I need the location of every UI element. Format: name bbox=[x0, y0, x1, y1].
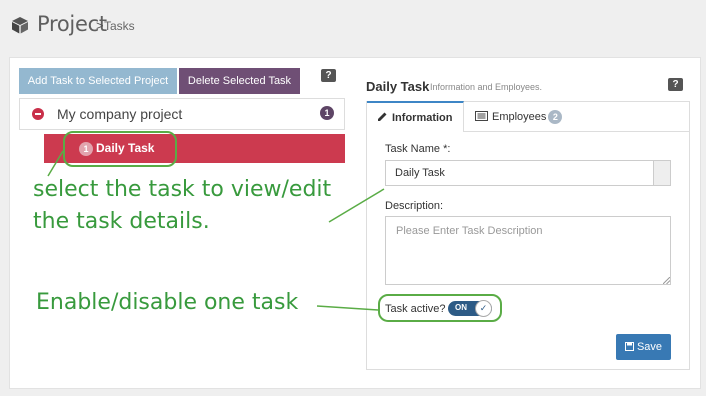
page-header: Project > Tasks bbox=[0, 0, 706, 50]
add-task-button[interactable]: Add Task to Selected Project bbox=[19, 68, 177, 94]
save-button[interactable]: Save bbox=[616, 334, 671, 360]
description-label: Description: bbox=[385, 200, 444, 212]
breadcrumb-separator: > bbox=[96, 18, 104, 33]
pencil-icon bbox=[378, 112, 387, 121]
input-addon bbox=[653, 161, 670, 185]
cube-icon bbox=[12, 17, 28, 34]
detail-subtitle: Information and Employees. bbox=[430, 82, 543, 92]
annotation-line: select the task to view/edit bbox=[33, 177, 332, 202]
tab-employees[interactable]: Employees 2 bbox=[465, 102, 585, 132]
breadcrumb: Tasks bbox=[104, 19, 135, 33]
highlight-circle bbox=[63, 131, 177, 167]
floppy-icon bbox=[624, 342, 634, 351]
tab-label: Employees bbox=[492, 111, 547, 123]
highlight-circle bbox=[378, 294, 502, 322]
tree-item-label: My company project bbox=[57, 106, 183, 122]
tab-label: Information bbox=[392, 112, 453, 124]
help-icon[interactable]: ? bbox=[668, 78, 683, 91]
annotation-select: select the task to view/edit the task de… bbox=[33, 174, 331, 238]
list-icon bbox=[475, 111, 488, 121]
description-field[interactable]: Please Enter Task Description bbox=[385, 216, 671, 285]
tab-divider bbox=[464, 131, 690, 132]
collapse-icon[interactable] bbox=[32, 108, 44, 120]
resize-handle-icon bbox=[663, 277, 670, 284]
annotation-line: the task details. bbox=[33, 209, 210, 234]
tree-item-project[interactable]: My company project 1 bbox=[19, 98, 345, 130]
count-badge: 2 bbox=[548, 110, 563, 125]
detail-title: Daily Task bbox=[366, 79, 430, 94]
tab-information[interactable]: Information bbox=[367, 101, 464, 132]
delete-task-button[interactable]: Delete Selected Task bbox=[179, 68, 300, 94]
save-label: Save bbox=[636, 341, 663, 353]
task-name-field[interactable]: Daily Task bbox=[385, 160, 671, 186]
task-name-label: Task Name *: bbox=[385, 143, 451, 155]
help-icon[interactable]: ? bbox=[321, 69, 336, 82]
count-badge: 1 bbox=[320, 106, 334, 120]
annotation-enable: Enable/disable one task bbox=[36, 290, 299, 315]
